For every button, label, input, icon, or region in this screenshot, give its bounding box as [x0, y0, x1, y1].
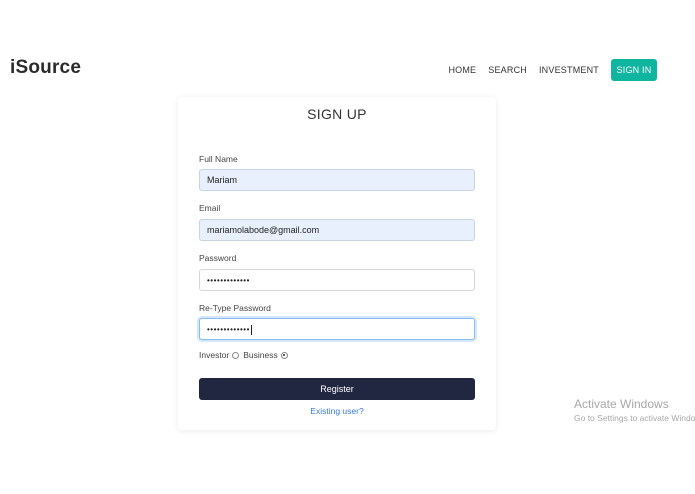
email-input[interactable]: mariamolabode@gmail.com [199, 219, 475, 241]
full-name-input[interactable]: Mariam [199, 169, 475, 191]
investor-radio[interactable] [232, 351, 240, 359]
watermark-title: Activate Windows [574, 397, 669, 411]
business-radio-label: Business [243, 350, 278, 360]
existing-user-link[interactable]: Existing user? [178, 406, 496, 416]
top-nav: HOME SEARCH INVESTMENT SIGN IN [448, 59, 657, 81]
brand-logo[interactable]: iSource [10, 57, 81, 79]
form-title: SIGN UP [307, 106, 367, 122]
password-label: Password [199, 253, 237, 263]
full-name-label: Full Name [199, 154, 238, 164]
activate-windows-watermark: Activate Windows Go to Settings to activ… [574, 397, 695, 423]
sign-in-button[interactable]: SIGN IN [611, 59, 657, 81]
account-type-group: Investor Business [199, 350, 292, 360]
signup-card: SIGN UP Full Name Mariam Email mariamola… [178, 97, 496, 430]
business-radio[interactable] [280, 351, 288, 359]
nav-search-link[interactable]: SEARCH [488, 65, 527, 75]
watermark-subtitle: Go to Settings to activate Windows. [574, 413, 695, 423]
password-input[interactable]: ••••••••••••• [199, 269, 475, 291]
investor-radio-label: Investor [199, 350, 230, 360]
page: iSource HOME SEARCH INVESTMENT SIGN IN S… [0, 0, 695, 494]
nav-investment-link[interactable]: INVESTMENT [539, 65, 599, 75]
email-label: Email [199, 203, 221, 213]
retype-password-input[interactable]: ••••••••••••• [199, 318, 475, 340]
text-cursor [250, 324, 252, 335]
password-value: ••••••••••••• [207, 276, 250, 285]
retype-password-label: Re-Type Password [199, 303, 271, 313]
retype-password-value: ••••••••••••• [207, 325, 250, 334]
nav-home-link[interactable]: HOME [448, 65, 476, 75]
register-button[interactable]: Register [199, 378, 475, 400]
